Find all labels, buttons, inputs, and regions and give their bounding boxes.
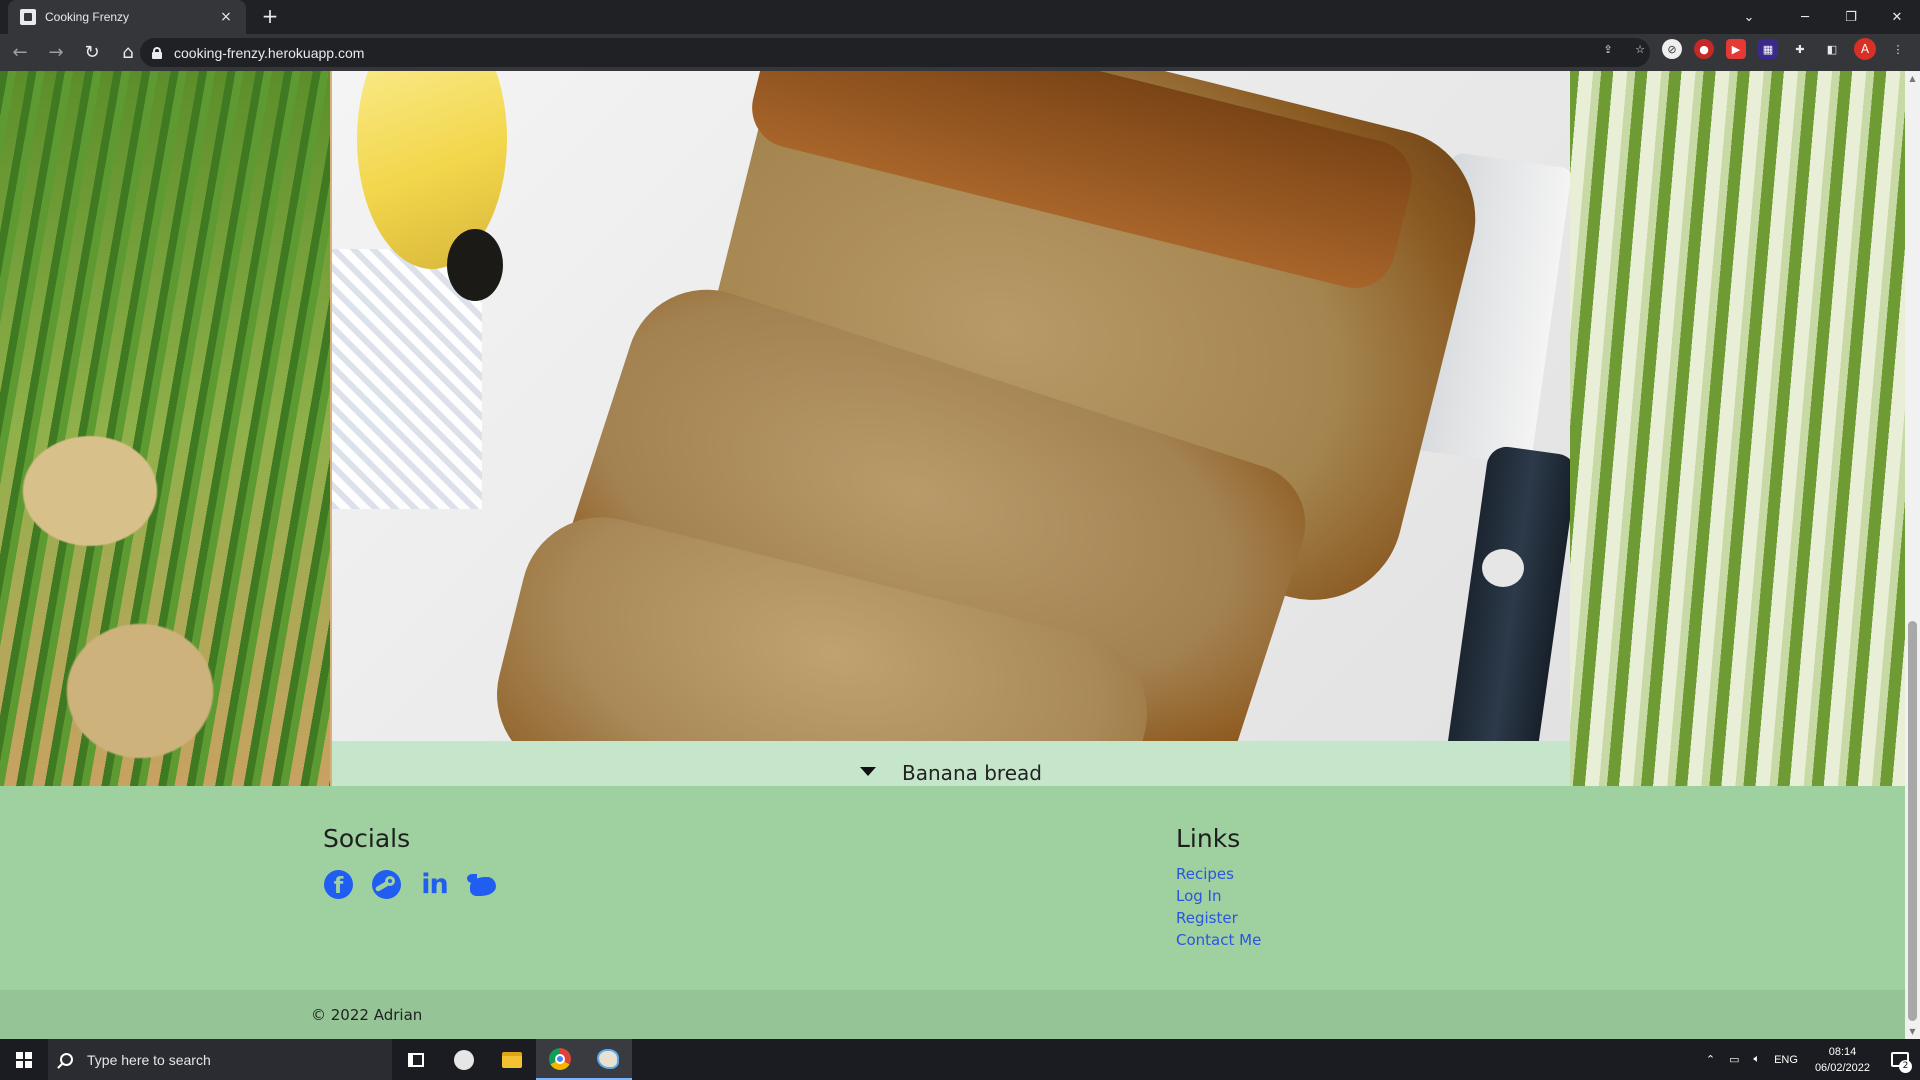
link-log-in[interactable]: Log In [1176, 887, 1261, 905]
recipe-title[interactable]: Banana bread [902, 761, 1042, 785]
bookmark-star-icon[interactable]: ☆ [1630, 39, 1650, 59]
restore-button[interactable]: ❐ [1828, 0, 1874, 34]
tab-search-icon[interactable]: ⌄ [1726, 0, 1772, 34]
clock[interactable]: 08:14 06/02/2022 [1815, 1044, 1870, 1076]
paint-taskbar-button[interactable] [584, 1039, 632, 1080]
browser-tab[interactable]: Cooking Frenzy × [8, 0, 246, 34]
volume-icon[interactable]: 🔈︎ [1753, 1053, 1760, 1066]
language-indicator[interactable]: ENG [1774, 1054, 1798, 1066]
file-explorer-button[interactable] [488, 1039, 536, 1080]
chrome-icon [549, 1047, 571, 1070]
minimize-button[interactable]: ─ [1782, 0, 1828, 34]
clock-time: 08:14 [1828, 1045, 1857, 1058]
taskbar-search-placeholder: Type here to search [87, 1051, 211, 1068]
link-contact-me[interactable]: Contact Me [1176, 931, 1261, 949]
copyright-text: © 2022 Adrian [311, 1006, 423, 1024]
steam-taskbar-button[interactable] [440, 1039, 488, 1080]
knife-handle [1445, 444, 1570, 741]
vegetables-left-image [0, 71, 330, 786]
task-view-icon [408, 1052, 424, 1067]
system-tray: ⌃ ▭ 🔈︎ ENG 08:14 06/02/2022 2 [1699, 1039, 1920, 1080]
browser-tabstrip: Cooking Frenzy × + ⌄ ─ ❐ ✕ [0, 0, 1920, 34]
links-section: Links Recipes Log In Register Contact Me [1176, 824, 1261, 949]
socials-heading: Socials [323, 824, 411, 853]
vegetables-right-image [1545, 71, 1905, 786]
action-center-button[interactable]: 2 [1880, 1039, 1920, 1080]
task-view-button[interactable] [392, 1039, 440, 1080]
new-tab-button[interactable]: + [258, 5, 282, 29]
steam-icon [372, 870, 401, 899]
linkedin-icon: in [421, 869, 449, 900]
page-viewport: Banana bread Socials f in Links Recipes … [0, 71, 1905, 1039]
paint-icon [597, 1048, 619, 1069]
steam-app-icon [454, 1049, 474, 1070]
search-icon [60, 1053, 73, 1066]
forward-arrow-icon[interactable]: → [40, 37, 72, 69]
url-text: cooking-frenzy.herokuapp.com [174, 44, 365, 61]
window-controls: ─ ❐ ✕ [1782, 0, 1920, 34]
scroll-up-arrow-icon[interactable]: ▲ [1905, 71, 1920, 86]
extension-youtube-icon[interactable]: ▶ [1726, 39, 1746, 59]
folder-icon [502, 1051, 522, 1068]
recipe-image[interactable] [332, 71, 1570, 741]
copyright-bar: © 2022 Adrian [0, 990, 1905, 1039]
hero-background: Banana bread [0, 71, 1905, 786]
twitter-link[interactable] [467, 869, 498, 900]
twitter-icon [467, 872, 498, 898]
share-icon[interactable]: ⇪ [1598, 39, 1618, 59]
extensions-bar: ⇪ ☆ ⊘ ● ▶ ▦ ✚ ◧ A ⋮ [1598, 38, 1908, 60]
chrome-taskbar-button[interactable] [536, 1039, 584, 1080]
recipe-caption-toggle[interactable]: Banana bread [332, 741, 1570, 786]
site-footer: Socials f in Links Recipes Log In Regist… [0, 786, 1905, 991]
footer-links: Recipes Log In Register Contact Me [1176, 865, 1261, 949]
page-scrollbar[interactable]: ▲ ▼ [1905, 71, 1920, 1039]
extension-purple-icon[interactable]: ▦ [1758, 39, 1778, 59]
extension-privacy-icon[interactable]: ⊘ [1662, 39, 1682, 59]
social-links: f in [323, 869, 498, 900]
side-panel-icon[interactable]: ◧ [1822, 39, 1842, 59]
facebook-icon: f [324, 870, 353, 899]
caret-down-icon[interactable] [860, 766, 877, 776]
knife-rivet [1482, 549, 1524, 587]
taskbar-search[interactable]: Type here to search [48, 1039, 392, 1080]
extension-red-icon[interactable]: ● [1694, 39, 1714, 59]
tab-close-icon[interactable]: × [218, 9, 234, 25]
extensions-puzzle-icon[interactable]: ✚ [1790, 39, 1810, 59]
links-heading: Links [1176, 824, 1241, 853]
steam-link[interactable] [371, 869, 402, 900]
site-favicon-icon [20, 9, 36, 25]
socials-section: Socials f in [323, 824, 498, 900]
scrollbar-thumb[interactable] [1908, 621, 1917, 1021]
back-arrow-icon[interactable]: ← [4, 37, 36, 69]
tray-chevron-icon[interactable]: ⌃ [1706, 1053, 1715, 1066]
windows-taskbar: Type here to search ⌃ ▭ 🔈︎ ENG 08:14 06/… [0, 1039, 1920, 1080]
clock-date: 06/02/2022 [1814, 1061, 1870, 1074]
profile-avatar[interactable]: A [1854, 38, 1876, 60]
link-recipes[interactable]: Recipes [1176, 865, 1261, 883]
banana-tip [447, 229, 503, 301]
start-button[interactable] [0, 1039, 48, 1080]
tab-title: Cooking Frenzy [45, 10, 130, 24]
link-register[interactable]: Register [1176, 909, 1261, 927]
address-bar[interactable]: cooking-frenzy.herokuapp.com [140, 38, 1650, 67]
linkedin-link[interactable]: in [419, 869, 450, 900]
windows-logo-icon [16, 1051, 32, 1068]
chrome-menu-icon[interactable]: ⋮ [1888, 39, 1908, 59]
facebook-link[interactable]: f [323, 869, 354, 900]
close-window-button[interactable]: ✕ [1874, 0, 1920, 34]
reload-icon[interactable]: ↻ [76, 37, 108, 69]
browser-toolbar: ← → ↻ ⌂ cooking-frenzy.herokuapp.com ⇪ ☆… [0, 34, 1920, 71]
network-icon[interactable]: ▭ [1729, 1053, 1739, 1066]
scroll-down-arrow-icon[interactable]: ▼ [1905, 1024, 1920, 1039]
notification-count: 2 [1899, 1060, 1912, 1073]
lock-icon[interactable] [152, 46, 162, 59]
recipe-card[interactable]: Banana bread [332, 71, 1570, 786]
